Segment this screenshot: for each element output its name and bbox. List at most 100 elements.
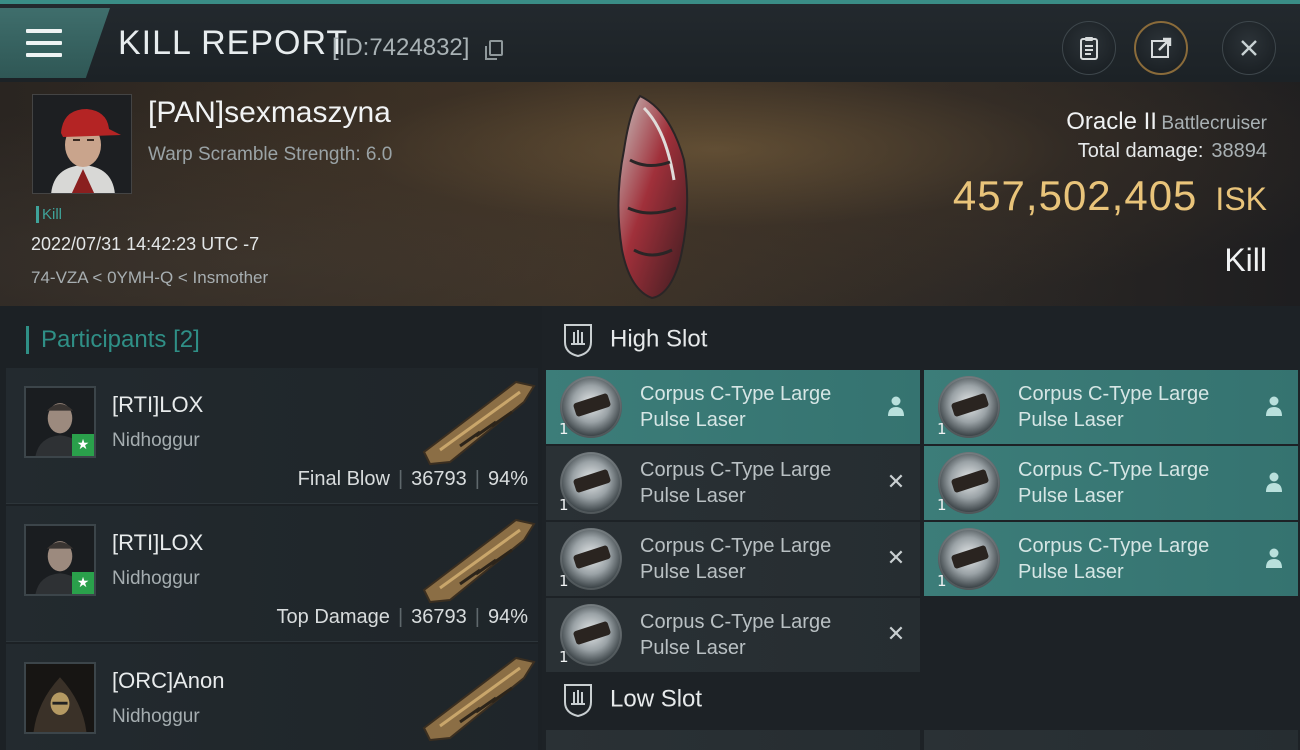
- slot-item-name: Corpus C-Type Large Pulse Laser: [640, 459, 832, 507]
- participants-label: Participants: [41, 326, 167, 353]
- slot-item-name: Corpus C-Type Large Pulse Laser: [640, 535, 832, 583]
- pulse-laser-icon: [560, 528, 622, 590]
- victim-ship-line: Oracle II Battlecruiser: [1066, 108, 1267, 136]
- slot-quantity: 1: [559, 420, 569, 438]
- participant-ship-image: [422, 518, 536, 604]
- victim-ship-class: Battlecruiser: [1161, 113, 1267, 134]
- low-slot-header: Low Slot: [562, 682, 702, 718]
- participant-row[interactable]: ★ [RTI]LOX Nidhoggur Final Blow | 36793 | 94…: [6, 368, 538, 504]
- participant-ship: Nidhoggur: [112, 706, 200, 727]
- participant-damage: 36793: [411, 606, 467, 628]
- stats-separator: |: [397, 606, 404, 628]
- participant-percent: 94%: [487, 606, 528, 628]
- pulse-laser-icon: [938, 452, 1000, 514]
- victim-name[interactable]: [PAN]sexmaszyna: [148, 96, 391, 130]
- clipboard-icon: [1080, 37, 1098, 60]
- slot-quantity: 1: [937, 496, 947, 514]
- participant-stats: Final Blow | 36793 | 94%: [298, 468, 528, 491]
- slot-item-name: Corpus C-Type Large Pulse Laser: [1018, 459, 1210, 507]
- close-icon: [1241, 40, 1257, 56]
- isk-unit: ISK: [1215, 181, 1267, 217]
- total-damage-label: Total damage:: [1077, 140, 1204, 162]
- slot-item-partial[interactable]: [546, 730, 920, 750]
- stats-separator: |: [397, 468, 404, 490]
- dropped-person-icon: [1262, 470, 1286, 494]
- slot-item-name: Corpus C-Type Large Pulse Laser: [1018, 535, 1210, 583]
- pulse-laser-icon: [560, 452, 622, 514]
- participant-avatar[interactable]: [24, 662, 96, 734]
- star-icon: ★: [72, 572, 94, 594]
- participant-role: Top Damage: [276, 606, 390, 628]
- hamburger-icon: [26, 29, 62, 57]
- destroyed-icon: ✕: [886, 469, 906, 495]
- pulse-laser-icon: [938, 528, 1000, 590]
- clipboard-button[interactable]: [1062, 21, 1116, 75]
- slot-item-name: Corpus C-Type Large Pulse Laser: [640, 611, 832, 659]
- dropped-person-icon: [884, 394, 908, 418]
- slot-item[interactable]: 1 Corpus C-Type Large Pulse Laser ✕: [546, 522, 920, 596]
- victim-avatar[interactable]: [32, 94, 132, 194]
- total-damage: Total damage: 38894: [1078, 140, 1267, 163]
- slot-item[interactable]: 1 Corpus C-Type Large Pulse Laser ✕: [546, 446, 920, 520]
- menu-button[interactable]: [0, 8, 110, 78]
- low-slot-icon: [564, 684, 592, 718]
- header-bar: KILL REPORT [ID:7424832]: [0, 0, 1300, 82]
- participant-ship-image: [422, 656, 536, 742]
- high-slot-icon: [564, 324, 592, 358]
- participants-header[interactable]: Participants [2]: [26, 326, 200, 354]
- slot-item[interactable]: 1 Corpus C-Type Large Pulse Laser: [924, 446, 1298, 520]
- slot-item[interactable]: 1 Corpus C-Type Large Pulse Laser: [924, 522, 1298, 596]
- total-damage-value: 38894: [1211, 140, 1267, 162]
- stats-separator: |: [474, 468, 480, 490]
- stats-separator: |: [474, 606, 480, 628]
- participant-ship-image: [422, 380, 536, 466]
- slot-quantity: 1: [559, 648, 569, 666]
- participant-role: Final Blow: [297, 468, 390, 490]
- destroyed-icon: ✕: [886, 545, 906, 571]
- participants-panel: Participants [2] ★ [RTI]LOX Nidhoggur Fi…: [0, 306, 542, 750]
- participant-ship: Nidhoggur: [112, 568, 200, 589]
- kill-result: Kill: [1224, 242, 1267, 278]
- participants-count: [2]: [173, 326, 200, 353]
- destroyed-icon: ✕: [886, 621, 906, 647]
- participant-name: [RTI]LOX: [112, 392, 204, 417]
- participant-stats: Top Damage | 36793 | 94%: [277, 606, 528, 629]
- victim-ship-image[interactable]: [600, 90, 710, 302]
- pulse-laser-icon: [560, 604, 622, 666]
- participant-row[interactable]: [ORC]Anon Nidhoggur: [6, 644, 538, 750]
- close-button[interactable]: [1222, 21, 1276, 75]
- slot-item[interactable]: 1 Corpus C-Type Large Pulse Laser: [546, 370, 920, 444]
- slot-quantity: 1: [937, 420, 947, 438]
- slot-item-partial[interactable]: [924, 730, 1298, 750]
- copy-icon[interactable]: [485, 40, 503, 60]
- slot-quantity: 1: [937, 572, 947, 590]
- low-slot-label: Low Slot: [610, 685, 703, 713]
- slot-item[interactable]: 1 Corpus C-Type Large Pulse Laser ✕: [546, 598, 920, 672]
- slot-quantity: 1: [559, 496, 569, 514]
- kill-tag: Kill: [36, 206, 62, 223]
- participant-row[interactable]: ★ [RTI]LOX Nidhoggur Top Damage | 36793 | 94…: [6, 506, 538, 642]
- kill-location[interactable]: 74-VZA < 0YMH-Q < Insmother: [31, 268, 268, 288]
- share-button[interactable]: [1134, 21, 1188, 75]
- high-slot-header: High Slot: [562, 322, 707, 358]
- kill-datetime: 2022/07/31 14:42:23 UTC -7: [31, 234, 260, 254]
- participant-name: [RTI]LOX: [112, 530, 204, 555]
- victim-banner: [PAN]sexmaszyna Warp Scramble Strength: …: [0, 82, 1300, 306]
- slot-item[interactable]: 1 Corpus C-Type Large Pulse Laser: [924, 370, 1298, 444]
- isk-value: 457,502,405: [952, 172, 1198, 219]
- pulse-laser-icon: [938, 376, 1000, 438]
- participant-avatar[interactable]: ★: [24, 524, 96, 596]
- slot-item-name: Corpus C-Type Large Pulse Laser: [640, 383, 832, 431]
- victim-ship-name[interactable]: Oracle II: [1066, 108, 1157, 135]
- fitting-panel: High Slot 1 Corpus C-Type Large Pulse La…: [542, 306, 1300, 750]
- pulse-laser-icon: [560, 376, 622, 438]
- slot-quantity: 1: [559, 572, 569, 590]
- participant-damage: 36793: [411, 468, 467, 490]
- dropped-person-icon: [1262, 394, 1286, 418]
- high-slot-label: High Slot: [610, 325, 708, 353]
- kill-id: [ID:7424832]: [332, 34, 470, 61]
- page-title: KILL REPORT: [118, 24, 349, 62]
- slot-item-name: Corpus C-Type Large Pulse Laser: [1018, 383, 1210, 431]
- participant-name: [ORC]Anon: [112, 668, 225, 693]
- participant-avatar[interactable]: ★: [24, 386, 96, 458]
